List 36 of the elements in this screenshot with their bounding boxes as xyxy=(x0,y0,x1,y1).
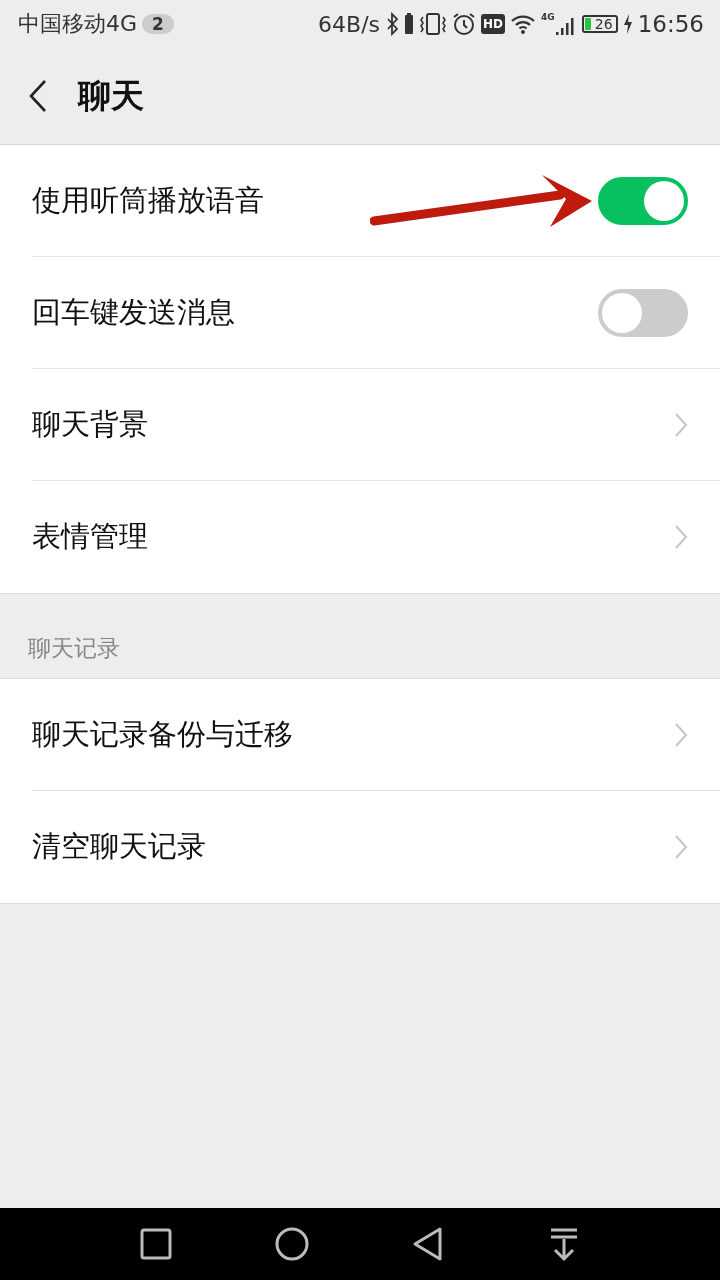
network-type: 4G xyxy=(541,12,555,22)
chevron-right-icon xyxy=(674,411,688,438)
row-label: 回车键发送消息 xyxy=(32,293,235,331)
settings-row[interactable]: 使用听筒播放语音 xyxy=(32,145,720,257)
settings-row[interactable]: 聊天记录备份与迁移 xyxy=(32,679,720,791)
row-label: 清空聊天记录 xyxy=(32,828,206,865)
clock-time: 16:56 xyxy=(637,11,704,37)
alarm-clock-icon xyxy=(452,12,477,36)
battery-level: 26 xyxy=(594,16,613,32)
recent-apps-button[interactable] xyxy=(138,1226,174,1262)
home-button[interactable] xyxy=(274,1226,310,1262)
network-speed: 64B/s xyxy=(318,11,381,37)
wifi-icon xyxy=(510,13,537,35)
charging-icon xyxy=(622,13,633,35)
page-title: 聊天 xyxy=(78,74,144,117)
bluetooth-icon xyxy=(387,12,400,36)
row-label: 聊天记录备份与迁移 xyxy=(32,715,293,753)
row-label: 表情管理 xyxy=(32,518,148,555)
hd-badge: HD xyxy=(481,14,506,34)
chevron-right-icon xyxy=(674,721,688,748)
chevron-right-icon xyxy=(674,524,688,550)
settings-row[interactable]: 表情管理 xyxy=(32,481,720,593)
settings-row[interactable]: 回车键发送消息 xyxy=(32,257,720,369)
carrier-name: 中国移动4G xyxy=(18,10,138,38)
chevron-right-icon xyxy=(674,834,688,860)
sim-badge: 2 xyxy=(142,14,174,34)
toggle-switch[interactable] xyxy=(598,176,688,225)
phone-battery-icon xyxy=(404,12,415,36)
row-label: 使用听筒播放语音 xyxy=(32,181,264,219)
row-label: 聊天背景 xyxy=(32,405,148,443)
settings-row[interactable]: 清空聊天记录 xyxy=(32,791,720,903)
toggle-switch[interactable] xyxy=(598,288,688,337)
section-title: 聊天记录 xyxy=(28,634,120,663)
settings-row[interactable]: 聊天背景 xyxy=(32,369,720,481)
vibrate-icon xyxy=(419,12,448,36)
battery-fill xyxy=(584,18,591,30)
